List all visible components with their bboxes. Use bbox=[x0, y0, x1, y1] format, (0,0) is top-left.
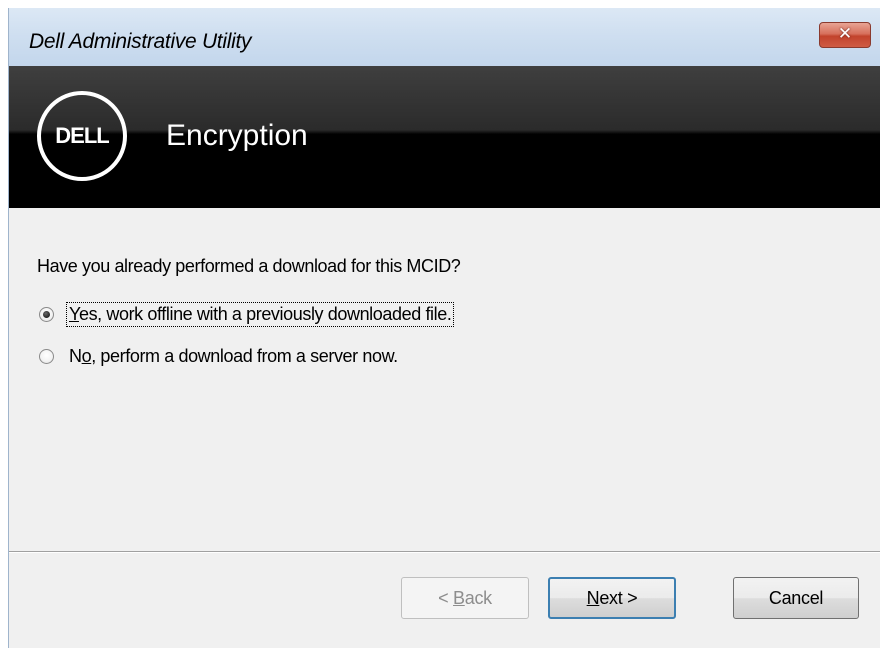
cancel-button[interactable]: Cancel bbox=[733, 577, 859, 619]
download-question: Have you already performed a download fo… bbox=[37, 256, 461, 276]
dell-logo-text: DELL bbox=[55, 123, 109, 148]
option-work-offline[interactable]: Yes, work offline with a previously down… bbox=[39, 301, 455, 327]
title-bar[interactable]: Dell Administrative Utility ✕ bbox=[9, 8, 880, 66]
dialog-window: Dell Administrative Utility ✕ DELL Encry… bbox=[8, 8, 880, 648]
window-title: Dell Administrative Utility bbox=[29, 30, 252, 53]
radio-download-now[interactable] bbox=[39, 348, 54, 364]
content-area: Have you already performed a download fo… bbox=[9, 208, 880, 551]
mnemonic-o: o bbox=[81, 345, 92, 366]
footer-separator bbox=[9, 551, 880, 553]
option-download-now-label[interactable]: No, perform a download from a server now… bbox=[67, 345, 400, 368]
header-banner: DELL Encryption bbox=[9, 66, 880, 208]
back-button[interactable]: < Back bbox=[401, 577, 529, 619]
option-download-now[interactable]: No, perform a download from a server now… bbox=[39, 344, 400, 368]
dell-logo: DELL bbox=[37, 91, 127, 181]
next-button[interactable]: Next > bbox=[548, 577, 676, 619]
radio-selected-dot bbox=[43, 310, 50, 318]
close-icon: ✕ bbox=[837, 24, 853, 44]
radio-work-offline[interactable] bbox=[39, 306, 54, 322]
close-button[interactable]: ✕ bbox=[819, 22, 871, 48]
banner-title: Encryption bbox=[166, 119, 308, 152]
mnemonic-y: Y bbox=[69, 303, 79, 324]
option-work-offline-label[interactable]: Yes, work offline with a previously down… bbox=[65, 301, 455, 327]
